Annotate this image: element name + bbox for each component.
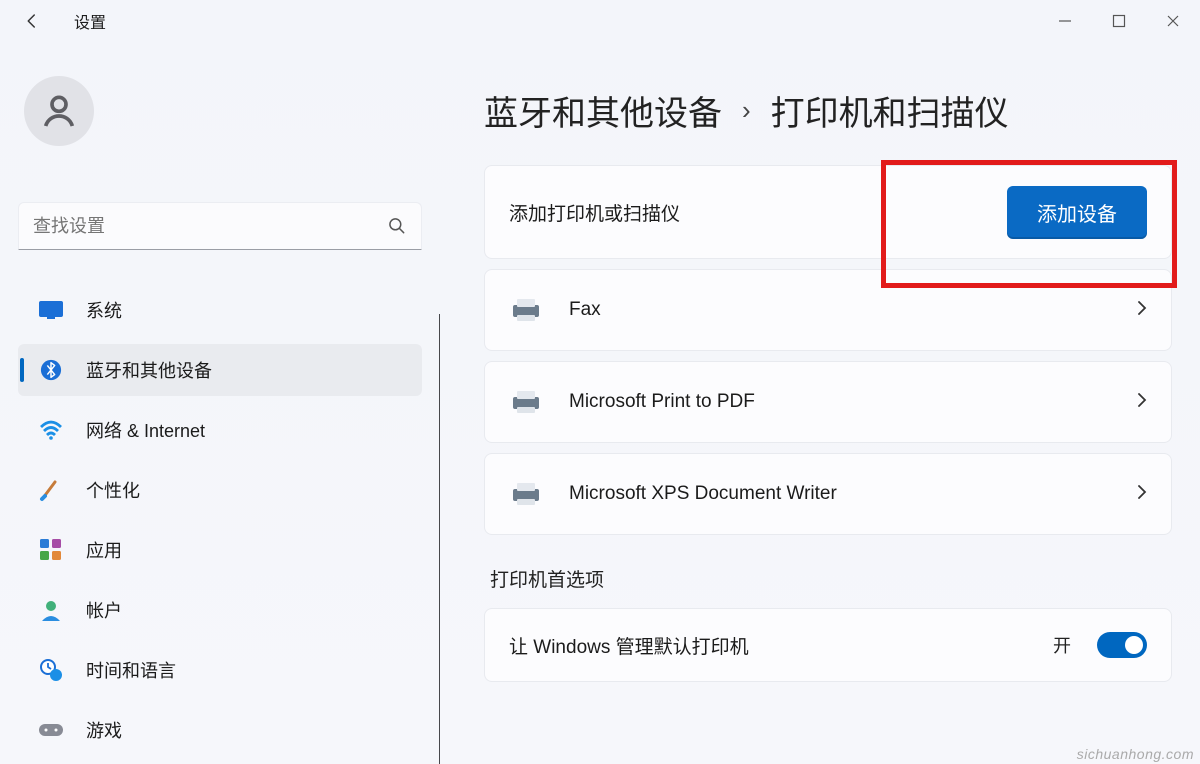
arrow-left-icon [23, 12, 41, 30]
nav-label: 应用 [86, 537, 122, 563]
nav-label: 时间和语言 [86, 657, 176, 683]
minimize-button[interactable] [1038, 1, 1092, 41]
user-avatar[interactable] [24, 76, 94, 146]
printer-row-pdf[interactable]: Microsoft Print to PDF [484, 361, 1172, 443]
nav-item-bluetooth[interactable]: 蓝牙和其他设备 [18, 344, 422, 396]
monitor-icon [38, 297, 64, 323]
apps-icon [38, 537, 64, 563]
printer-name: Microsoft Print to PDF [569, 391, 1111, 413]
main-content: 蓝牙和其他设备 › 打印机和扫描仪 添加打印机或扫描仪 添加设备 Fax M [440, 42, 1200, 764]
nav-item-network[interactable]: 网络 & Internet [18, 404, 422, 456]
fax-icon [509, 296, 543, 324]
close-button[interactable] [1146, 1, 1200, 41]
sidebar: 系统 蓝牙和其他设备 网络 & Internet 个性化 应用 [0, 42, 440, 764]
app-title: 设置 [74, 9, 106, 33]
watermark: sichuanhong.com [1077, 746, 1194, 762]
default-printer-pref: 让 Windows 管理默认打印机 开 [484, 608, 1172, 682]
add-printer-card: 添加打印机或扫描仪 添加设备 [484, 165, 1172, 259]
nav-label: 个性化 [86, 477, 140, 503]
nav-item-gaming[interactable]: 游戏 [18, 704, 422, 756]
search-icon [387, 216, 407, 236]
printer-name: Fax [569, 299, 1111, 321]
nav-label: 系统 [86, 297, 122, 323]
account-icon [38, 597, 64, 623]
back-button[interactable] [12, 1, 52, 41]
nav-item-time[interactable]: 时间和语言 [18, 644, 422, 696]
add-device-button[interactable]: 添加设备 [1007, 186, 1147, 239]
toggle-state-text: 开 [1053, 632, 1071, 658]
search-input[interactable] [33, 216, 387, 237]
chevron-right-icon: › [742, 95, 751, 126]
titlebar: 设置 [0, 0, 1200, 42]
gamepad-icon [38, 717, 64, 743]
chevron-right-icon [1137, 392, 1147, 413]
paintbrush-icon [38, 477, 64, 503]
printer-icon [509, 388, 543, 416]
nav-list: 系统 蓝牙和其他设备 网络 & Internet 个性化 应用 [18, 284, 422, 756]
printer-prefs-heading: 打印机首选项 [484, 565, 1172, 592]
default-printer-toggle[interactable] [1097, 632, 1147, 658]
pref-label: 让 Windows 管理默认打印机 [509, 632, 1033, 659]
wifi-icon [38, 417, 64, 443]
breadcrumb-current: 打印机和扫描仪 [771, 86, 1009, 135]
bluetooth-icon [38, 357, 64, 383]
printer-name: Microsoft XPS Document Writer [569, 483, 1111, 505]
nav-label: 蓝牙和其他设备 [86, 357, 212, 383]
clock-globe-icon [38, 657, 64, 683]
printer-row-xps[interactable]: Microsoft XPS Document Writer [484, 453, 1172, 535]
nav-item-accounts[interactable]: 帐户 [18, 584, 422, 636]
printer-row-fax[interactable]: Fax [484, 269, 1172, 351]
chevron-right-icon [1137, 300, 1147, 321]
search-box[interactable] [18, 202, 422, 250]
nav-label: 游戏 [86, 717, 122, 743]
nav-label: 网络 & Internet [86, 417, 205, 443]
person-icon [39, 91, 79, 131]
nav-item-apps[interactable]: 应用 [18, 524, 422, 576]
sidebar-divider [439, 314, 440, 764]
nav-item-system[interactable]: 系统 [18, 284, 422, 336]
nav-label: 帐户 [86, 597, 122, 623]
printer-icon [509, 480, 543, 508]
add-printer-label: 添加打印机或扫描仪 [509, 199, 981, 226]
maximize-button[interactable] [1092, 1, 1146, 41]
breadcrumb-parent[interactable]: 蓝牙和其他设备 [484, 86, 722, 135]
nav-item-personalization[interactable]: 个性化 [18, 464, 422, 516]
breadcrumb: 蓝牙和其他设备 › 打印机和扫描仪 [484, 86, 1172, 135]
chevron-right-icon [1137, 484, 1147, 505]
